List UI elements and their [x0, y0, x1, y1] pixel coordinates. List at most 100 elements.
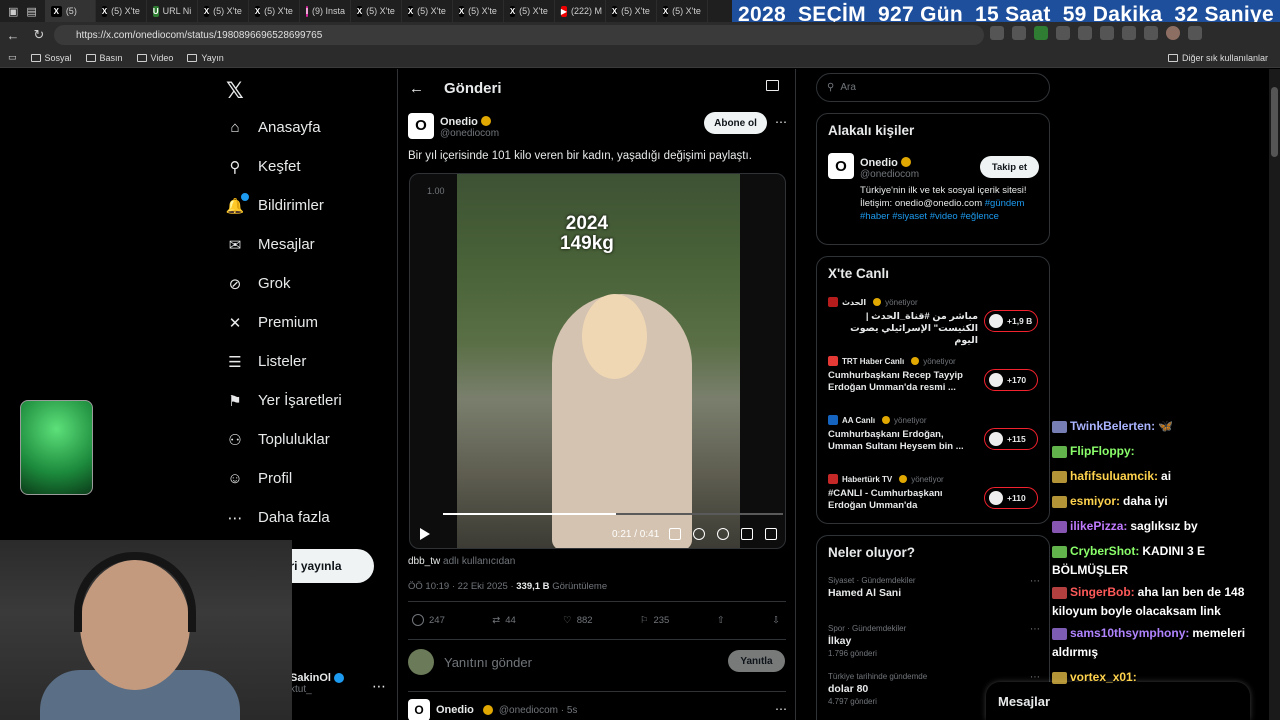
fullscreen-icon[interactable]	[765, 528, 777, 540]
nav-item-topluluklar[interactable]: ⚇ Topluluklar	[226, 420, 342, 459]
post-timestamp[interactable]: ÖÖ 10:19 · 22 Eki 2025 ·	[408, 581, 514, 592]
related-person[interactable]: O Onedio @onediocom	[828, 153, 919, 180]
tab-actions-icon[interactable]: ▤	[26, 5, 36, 18]
extension-icon[interactable]	[1144, 26, 1158, 40]
pip-icon[interactable]	[741, 528, 753, 540]
search-bar[interactable]: ⚲ Ara	[816, 73, 1050, 102]
browser-tab[interactable]: X (5) X'te	[453, 0, 504, 22]
channel-name[interactable]: الحدث	[842, 298, 866, 307]
account-switcher[interactable]: SakinOl ktut_	[290, 672, 344, 695]
reply-tweet-header[interactable]: O Onedio @onediocom · 5s	[408, 699, 577, 720]
extension-icon[interactable]	[1012, 26, 1026, 40]
extension-icon[interactable]	[1056, 26, 1070, 40]
menu-icon[interactable]	[1188, 26, 1202, 40]
follow-button[interactable]: Takip et	[980, 156, 1039, 178]
live-broadcast-item[interactable]: Habertürk TV yönetiyor #CANLI - Cumhurbaşk…	[828, 474, 1040, 512]
nav-item-mesajlar[interactable]: ✉ Mesajlar	[226, 225, 342, 264]
nav-item-daha-fazla[interactable]: ⋯ Daha fazla	[226, 498, 342, 537]
nav-item-listeler[interactable]: ☰ Listeler	[226, 342, 342, 381]
extension-icon[interactable]	[1034, 26, 1048, 40]
download-button[interactable]: ⇩	[772, 614, 780, 626]
captions-icon[interactable]	[669, 528, 681, 540]
search-input[interactable]: Ara	[840, 82, 856, 93]
browser-tab[interactable]: X (5) X'te	[606, 0, 657, 22]
bookmark-folder-sosyal[interactable]: Sosyal	[30, 53, 72, 63]
live-listener-count[interactable]: +115	[984, 428, 1038, 450]
live-listener-count[interactable]: +1,9 B	[984, 310, 1038, 332]
browser-tab[interactable]: X (5)	[44, 0, 96, 22]
trend-item[interactable]: Siyaset · Gündemdekiler Hamed Al Sani ⋯	[828, 576, 1040, 601]
browser-tab[interactable]: I (9) Insta	[300, 0, 351, 22]
extension-icon[interactable]	[1078, 26, 1092, 40]
trend-more-icon[interactable]: ⋯	[1030, 576, 1040, 587]
browser-tab[interactable]: X (5) X'te	[96, 0, 147, 22]
bookmark-folder-yayin[interactable]: Yayın	[187, 53, 224, 63]
volume-icon[interactable]	[693, 528, 705, 540]
reply-submit-button[interactable]: Yanıtla	[728, 650, 785, 672]
browser-tab[interactable]: X (5) X'te	[198, 0, 249, 22]
author-handle[interactable]: @onediocom	[440, 128, 499, 139]
related-name[interactable]: Onedio	[860, 157, 898, 169]
nav-item-grok[interactable]: ⊘ Grok	[226, 264, 342, 303]
profile-avatar-icon[interactable]	[1166, 26, 1180, 40]
play-icon[interactable]	[420, 528, 430, 540]
credit-user[interactable]: dbb_tw	[408, 556, 440, 567]
trend-item[interactable]: Spor · Gündemdekiler İlkay 1.796 gönderi ⋯	[828, 624, 1040, 658]
browser-tab[interactable]: X (5) X'te	[657, 0, 708, 22]
subscribe-button[interactable]: Abone ol	[704, 112, 767, 134]
reply-button[interactable]: 247	[412, 614, 445, 626]
repost-button[interactable]: ⇄ 44	[492, 614, 516, 626]
reply-input[interactable]: Yanıtını gönder	[444, 655, 532, 670]
browser-tab[interactable]: ▶ (222) M	[555, 0, 606, 22]
author-name[interactable]: Onedio	[440, 116, 478, 128]
post-more-icon[interactable]: ⋯	[775, 115, 787, 129]
like-button[interactable]: ♡ 882	[563, 614, 592, 626]
back-arrow-icon[interactable]: ←	[409, 80, 424, 97]
workspaces-icon[interactable]: ▣	[8, 5, 18, 18]
browser-tab[interactable]: X (5) X'te	[504, 0, 555, 22]
live-broadcast-item[interactable]: TRT Haber Canlı yönetiyor Cumhurbaşkanı Re…	[828, 356, 1040, 394]
browser-tab[interactable]: X (5) X'te	[402, 0, 453, 22]
nav-item-ke-fet[interactable]: ⚲ Keşfet	[226, 147, 342, 186]
bookmark-star-icon[interactable]: ▭	[8, 52, 17, 63]
extension-icon[interactable]	[990, 26, 1004, 40]
bookmark-button[interactable]: ⚐ 235	[640, 614, 669, 626]
channel-name[interactable]: AA Canlı	[842, 416, 875, 425]
bookmark-folder-basin[interactable]: Basın	[85, 53, 123, 63]
channel-name[interactable]: Habertürk TV	[842, 475, 892, 484]
nav-item-anasayfa[interactable]: ⌂ Anasayfa	[226, 108, 342, 147]
live-listener-count[interactable]: +110	[984, 487, 1038, 509]
related-avatar[interactable]: O	[828, 153, 854, 179]
browser-tab[interactable]: X (5) X'te	[249, 0, 300, 22]
channel-name[interactable]: TRT Haber Canlı	[842, 357, 904, 366]
post-author[interactable]: O Onedio @onediocom	[408, 112, 499, 139]
share-button[interactable]: ⇧	[717, 614, 725, 626]
other-bookmarks[interactable]: Diğer sık kullanılanlar	[1167, 53, 1268, 63]
video-progress-bar[interactable]	[443, 513, 783, 515]
browser-tab[interactable]: U URL Ni	[147, 0, 198, 22]
nav-item-premium[interactable]: ✕ Premium	[226, 303, 342, 342]
nav-item-bildirimler[interactable]: 🔔 Bildirimler	[226, 186, 342, 225]
live-broadcast-item[interactable]: AA Canlı yönetiyor Cumhurbaşkanı Erdoğan, …	[828, 415, 1040, 453]
back-icon[interactable]: ←	[0, 28, 26, 43]
nav-item-profil[interactable]: ☺ Profil	[226, 459, 342, 498]
bookmark-folder-video[interactable]: Video	[136, 53, 173, 63]
reply-more-icon[interactable]: ⋯	[775, 702, 787, 716]
browser-tab[interactable]: X (5) X'te	[351, 0, 402, 22]
live-broadcast-item[interactable]: الحدث yönetiyor مباشر من #قناة_الحدث | الك…	[828, 297, 1040, 347]
reply-author-avatar[interactable]: O	[408, 699, 430, 720]
x-logo-icon[interactable]: 𝕏	[226, 78, 244, 104]
url-field[interactable]: https://x.com/onediocom/status/198089669…	[54, 25, 984, 45]
reply-author-name[interactable]: Onedio	[436, 704, 474, 716]
reload-icon[interactable]: ↻	[26, 27, 52, 43]
nav-item-yer-i-aretleri[interactable]: ⚑ Yer İşaretleri	[226, 381, 341, 420]
scrollbar-thumb[interactable]	[1271, 87, 1278, 157]
author-avatar[interactable]: O	[408, 112, 434, 139]
reader-mode-icon[interactable]	[766, 80, 779, 91]
trend-more-icon[interactable]: ⋯	[1030, 624, 1040, 635]
related-handle[interactable]: @onediocom	[860, 169, 919, 180]
video-player[interactable]: 1.00 2024 149kg 0:21 / 0:41	[409, 173, 786, 549]
extension-icon[interactable]	[1100, 26, 1114, 40]
extension-icon[interactable]	[1122, 26, 1136, 40]
account-more-icon[interactable]: ⋯	[372, 678, 386, 695]
